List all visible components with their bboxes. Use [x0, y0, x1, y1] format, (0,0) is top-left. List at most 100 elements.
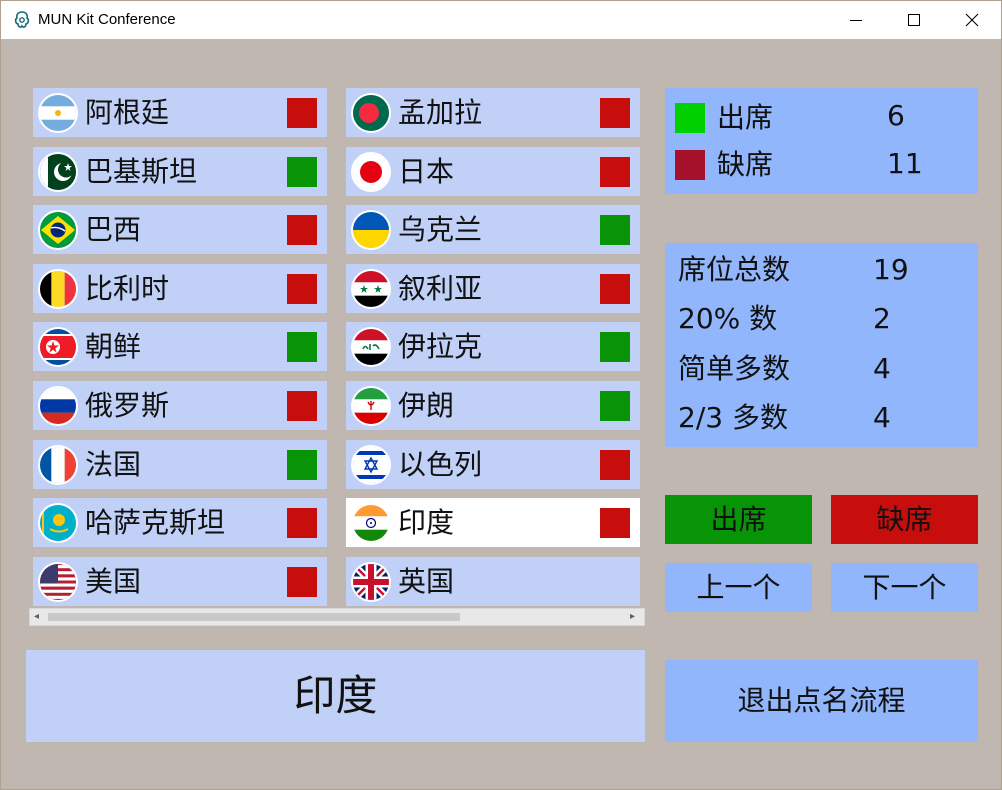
country-name: 哈萨克斯坦: [85, 506, 226, 539]
country-row-syria[interactable]: 叙利亚: [346, 264, 640, 313]
status-indicator-absent: [600, 508, 630, 538]
minimize-icon: [850, 20, 862, 21]
previous-label: 上一个: [696, 571, 781, 604]
country-name: 以色列: [398, 448, 483, 481]
status-indicator-present: [600, 215, 630, 245]
present-legend-swatch: [675, 103, 705, 133]
country-row-france[interactable]: 法国: [33, 440, 327, 489]
present-label: 出席: [717, 101, 774, 134]
scrollbar-thumb[interactable]: [48, 613, 460, 621]
country-name: 伊朗: [398, 389, 455, 422]
scroll-left-icon[interactable]: ◂: [34, 612, 39, 622]
france-flag-icon: [38, 445, 78, 485]
exit-roll-call-label: 退出点名流程: [737, 684, 906, 717]
country-row-japan[interactable]: 日本: [346, 147, 640, 196]
country-name: 阿根廷: [85, 96, 170, 129]
stat-value: 4: [873, 352, 891, 385]
app-logo-icon: [14, 11, 30, 28]
status-indicator-absent: [287, 215, 317, 245]
country-row-north-korea[interactable]: 朝鲜: [33, 322, 327, 371]
next-label: 下一个: [862, 571, 947, 604]
country-name: 比利时: [85, 272, 170, 305]
present-count: 6: [887, 99, 905, 132]
iraq-flag-icon: [351, 327, 391, 367]
status-indicator-present: [600, 332, 630, 362]
maximize-button[interactable]: [885, 1, 943, 39]
country-name: 英国: [398, 565, 455, 598]
previous-button[interactable]: 上一个: [665, 563, 812, 612]
country-row-bangladesh[interactable]: 孟加拉: [346, 88, 640, 137]
status-indicator-present: [287, 157, 317, 187]
close-button[interactable]: [943, 1, 1001, 39]
absent-legend-swatch: [675, 150, 705, 180]
country-row-india[interactable]: 印度: [346, 498, 640, 547]
russia-flag-icon: [38, 386, 78, 426]
scroll-right-icon[interactable]: ▸: [630, 612, 635, 622]
country-name: 巴西: [85, 213, 142, 246]
country-name: 叙利亚: [398, 272, 483, 305]
country-row-israel[interactable]: 以色列: [346, 440, 640, 489]
ukraine-flag-icon: [351, 210, 391, 250]
country-name: 孟加拉: [398, 96, 483, 129]
country-name: 法国: [85, 448, 142, 481]
status-indicator-present: [600, 391, 630, 421]
country-row-iraq[interactable]: 伊拉克: [346, 322, 640, 371]
brazil-flag-icon: [38, 210, 78, 250]
country-row-argentina[interactable]: 阿根廷: [33, 88, 327, 137]
uk-flag-icon: [351, 562, 391, 602]
horizontal-scrollbar[interactable]: ◂ ▸: [29, 608, 645, 626]
maximize-icon: [908, 14, 920, 26]
status-indicator-absent: [287, 567, 317, 597]
selected-country-panel: 印度: [26, 650, 645, 742]
app-window: MUN Kit Conference 阿根廷巴基斯坦巴西比利时朝鲜俄罗斯法国哈萨…: [0, 0, 1002, 790]
status-indicator-present: [287, 450, 317, 480]
mark-absent-button[interactable]: 缺席: [831, 495, 978, 544]
iran-flag-icon: [351, 386, 391, 426]
mark-absent-label: 缺席: [876, 503, 933, 536]
syria-flag-icon: [351, 269, 391, 309]
minimize-button[interactable]: [827, 1, 885, 39]
status-indicator-present: [287, 332, 317, 362]
selected-country-name: 印度: [293, 671, 378, 720]
israel-flag-icon: [351, 445, 391, 485]
status-indicator-absent: [600, 98, 630, 128]
country-row-belgium[interactable]: 比利时: [33, 264, 327, 313]
title-bar: MUN Kit Conference: [1, 1, 1001, 39]
belgium-flag-icon: [38, 269, 78, 309]
status-indicator-absent: [287, 391, 317, 421]
status-indicator-absent: [600, 274, 630, 304]
stat-label: 2/3 多数: [678, 401, 788, 434]
country-row-russia[interactable]: 俄罗斯: [33, 381, 327, 430]
india-flag-icon: [351, 503, 391, 543]
stat-label: 20% 数: [678, 302, 778, 335]
country-row-iran[interactable]: 伊朗: [346, 381, 640, 430]
stat-value: 4: [873, 401, 891, 434]
country-name: 乌克兰: [398, 213, 483, 246]
status-indicator-absent: [600, 157, 630, 187]
country-row-pakistan[interactable]: 巴基斯坦: [33, 147, 327, 196]
absent-count: 11: [887, 147, 923, 180]
close-icon: [965, 13, 979, 27]
country-name: 日本: [398, 155, 455, 188]
country-row-usa[interactable]: 美国: [33, 557, 327, 606]
country-row-uk[interactable]: 英国: [346, 557, 640, 606]
mark-present-button[interactable]: 出席: [665, 495, 812, 544]
country-row-kazakhstan[interactable]: 哈萨克斯坦: [33, 498, 327, 547]
stat-label: 席位总数: [678, 253, 791, 286]
argentina-flag-icon: [38, 93, 78, 133]
pakistan-flag-icon: [38, 152, 78, 192]
window-title: MUN Kit Conference: [38, 11, 176, 28]
next-button[interactable]: 下一个: [831, 563, 978, 612]
exit-roll-call-button[interactable]: 退出点名流程: [665, 660, 978, 742]
country-row-ukraine[interactable]: 乌克兰: [346, 205, 640, 254]
status-indicator-absent: [600, 450, 630, 480]
status-indicator-absent: [287, 508, 317, 538]
stat-value: 19: [873, 253, 909, 286]
japan-flag-icon: [351, 152, 391, 192]
country-row-brazil[interactable]: 巴西: [33, 205, 327, 254]
stat-value: 2: [873, 302, 891, 335]
kazakhstan-flag-icon: [38, 503, 78, 543]
mark-present-label: 出席: [710, 503, 767, 536]
status-indicator-absent: [287, 274, 317, 304]
country-name: 印度: [398, 506, 455, 539]
